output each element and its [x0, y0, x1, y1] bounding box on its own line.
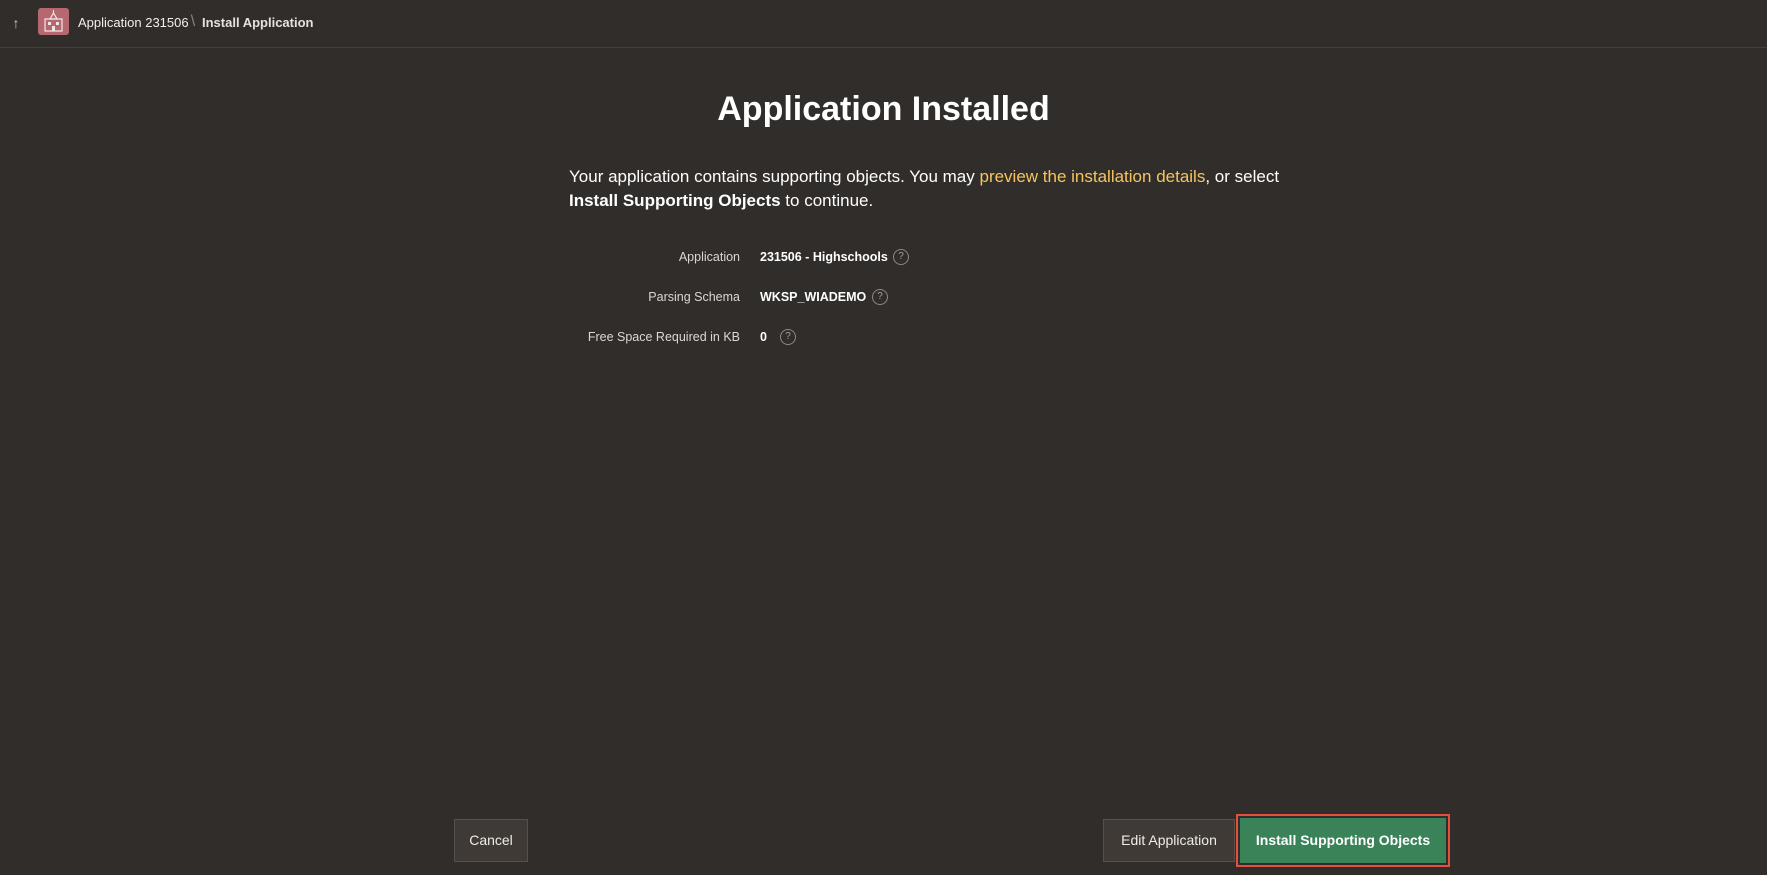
- intro-text-start: Your application contains supporting obj…: [569, 167, 980, 186]
- intro-text-middle: , or select: [1205, 167, 1280, 186]
- parsing-schema-label: Parsing Schema: [648, 290, 740, 304]
- up-arrow-icon[interactable]: ↑: [8, 12, 24, 34]
- intro-install-emphasis: Install Supporting Objects: [569, 191, 781, 210]
- breadcrumb-separator: \: [190, 13, 196, 30]
- preview-installation-details-link[interactable]: preview the installation details: [979, 167, 1205, 186]
- cancel-button[interactable]: Cancel: [454, 819, 528, 862]
- top-bar: ↑ Application 231506 \ Install Applicati…: [0, 0, 1767, 48]
- free-space-value: 0: [760, 330, 767, 344]
- help-circle-icon[interactable]: ?: [893, 249, 909, 265]
- page-title: Application Installed: [717, 90, 1050, 128]
- edit-application-button[interactable]: Edit Application: [1103, 819, 1235, 862]
- breadcrumb-current-page: Install Application: [202, 15, 314, 30]
- breadcrumb-application-link[interactable]: Application 231506: [78, 15, 189, 30]
- application-label: Application: [678, 250, 740, 264]
- parsing-schema-value: WKSP_WIADEMO: [760, 290, 867, 304]
- free-space-label: Free Space Required in KB: [587, 330, 740, 344]
- intro-text-end: to continue.: [780, 191, 874, 210]
- help-circle-icon[interactable]: ?: [872, 289, 888, 305]
- school-building-icon[interactable]: [38, 8, 69, 35]
- help-circle-icon[interactable]: ?: [780, 329, 796, 345]
- intro-message: Your application contains supporting obj…: [569, 165, 1319, 213]
- install-supporting-objects-button[interactable]: Install Supporting Objects: [1240, 818, 1446, 863]
- application-value: 231506 - Highschools: [760, 250, 888, 264]
